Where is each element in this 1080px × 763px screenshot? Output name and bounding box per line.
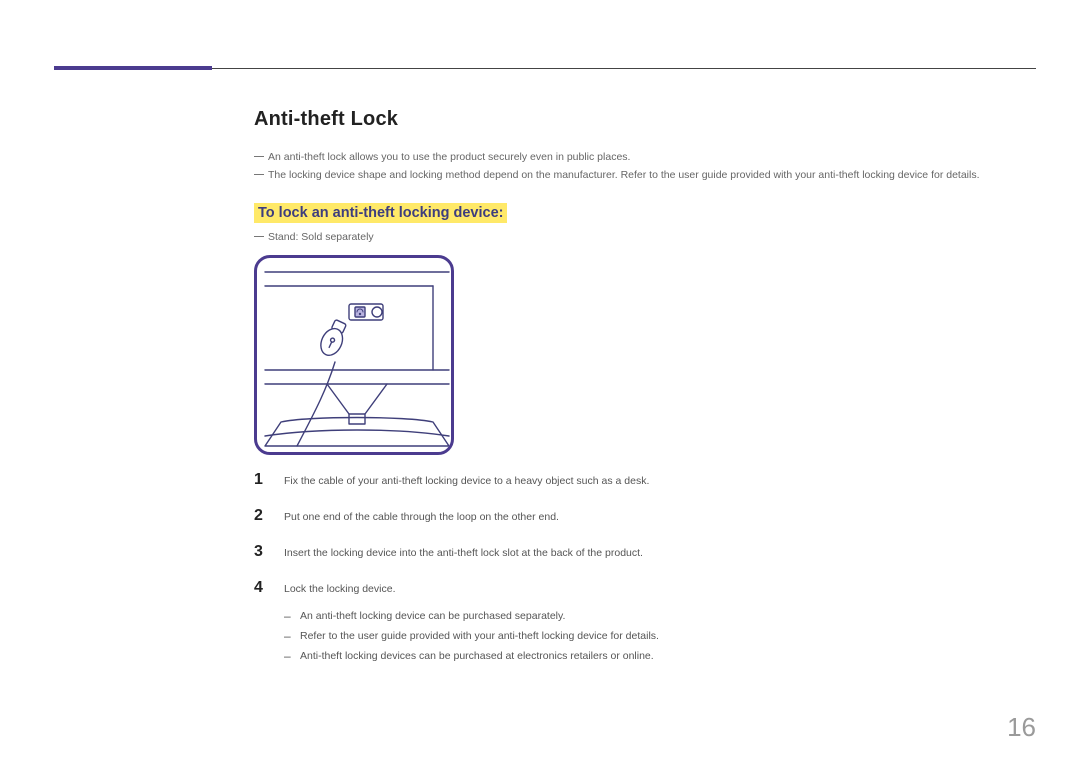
step-body: Lock the locking device. An anti-theft l… (284, 581, 659, 667)
sub-bullet: Anti-theft locking devices can be purcha… (284, 647, 659, 665)
content-area: Anti-theft Lock An anti-theft lock allow… (254, 108, 1036, 673)
step-text: Fix the cable of your anti-theft locking… (284, 473, 649, 489)
lock-diagram (254, 255, 454, 455)
step-text: Lock the locking device. (284, 581, 659, 597)
step-text: Put one end of the cable through the loo… (284, 509, 559, 525)
section-title: Anti-theft Lock (254, 108, 1036, 131)
sub-bullet-list: An anti-theft locking device can be purc… (284, 607, 659, 665)
step: 3 Insert the locking device into the ant… (254, 543, 1036, 561)
page: Anti-theft Lock An anti-theft lock allow… (0, 0, 1080, 763)
stand-note: Stand: Sold separately (254, 229, 1036, 245)
step-number: 2 (254, 507, 268, 525)
intro-note: An anti-theft lock allows you to use the… (254, 149, 1036, 165)
step-number: 4 (254, 579, 268, 597)
step: 1 Fix the cable of your anti-theft locki… (254, 471, 1036, 489)
step-text: Insert the locking device into the anti-… (284, 545, 643, 561)
sub-bullet: Refer to the user guide provided with yo… (284, 627, 659, 645)
step-number: 3 (254, 543, 268, 561)
step-list: 1 Fix the cable of your anti-theft locki… (254, 471, 1036, 667)
intro-note: The locking device shape and locking met… (254, 167, 1036, 183)
step: 2 Put one end of the cable through the l… (254, 507, 1036, 525)
step-number: 1 (254, 471, 268, 489)
sub-bullet: An anti-theft locking device can be purc… (284, 607, 659, 625)
lock-diagram-svg (257, 258, 454, 455)
step: 4 Lock the locking device. An anti-theft… (254, 579, 1036, 667)
subsection-title: To lock an anti-theft locking device: (254, 203, 507, 223)
header-accent-bar (54, 66, 212, 70)
page-number: 16 (1007, 712, 1036, 743)
